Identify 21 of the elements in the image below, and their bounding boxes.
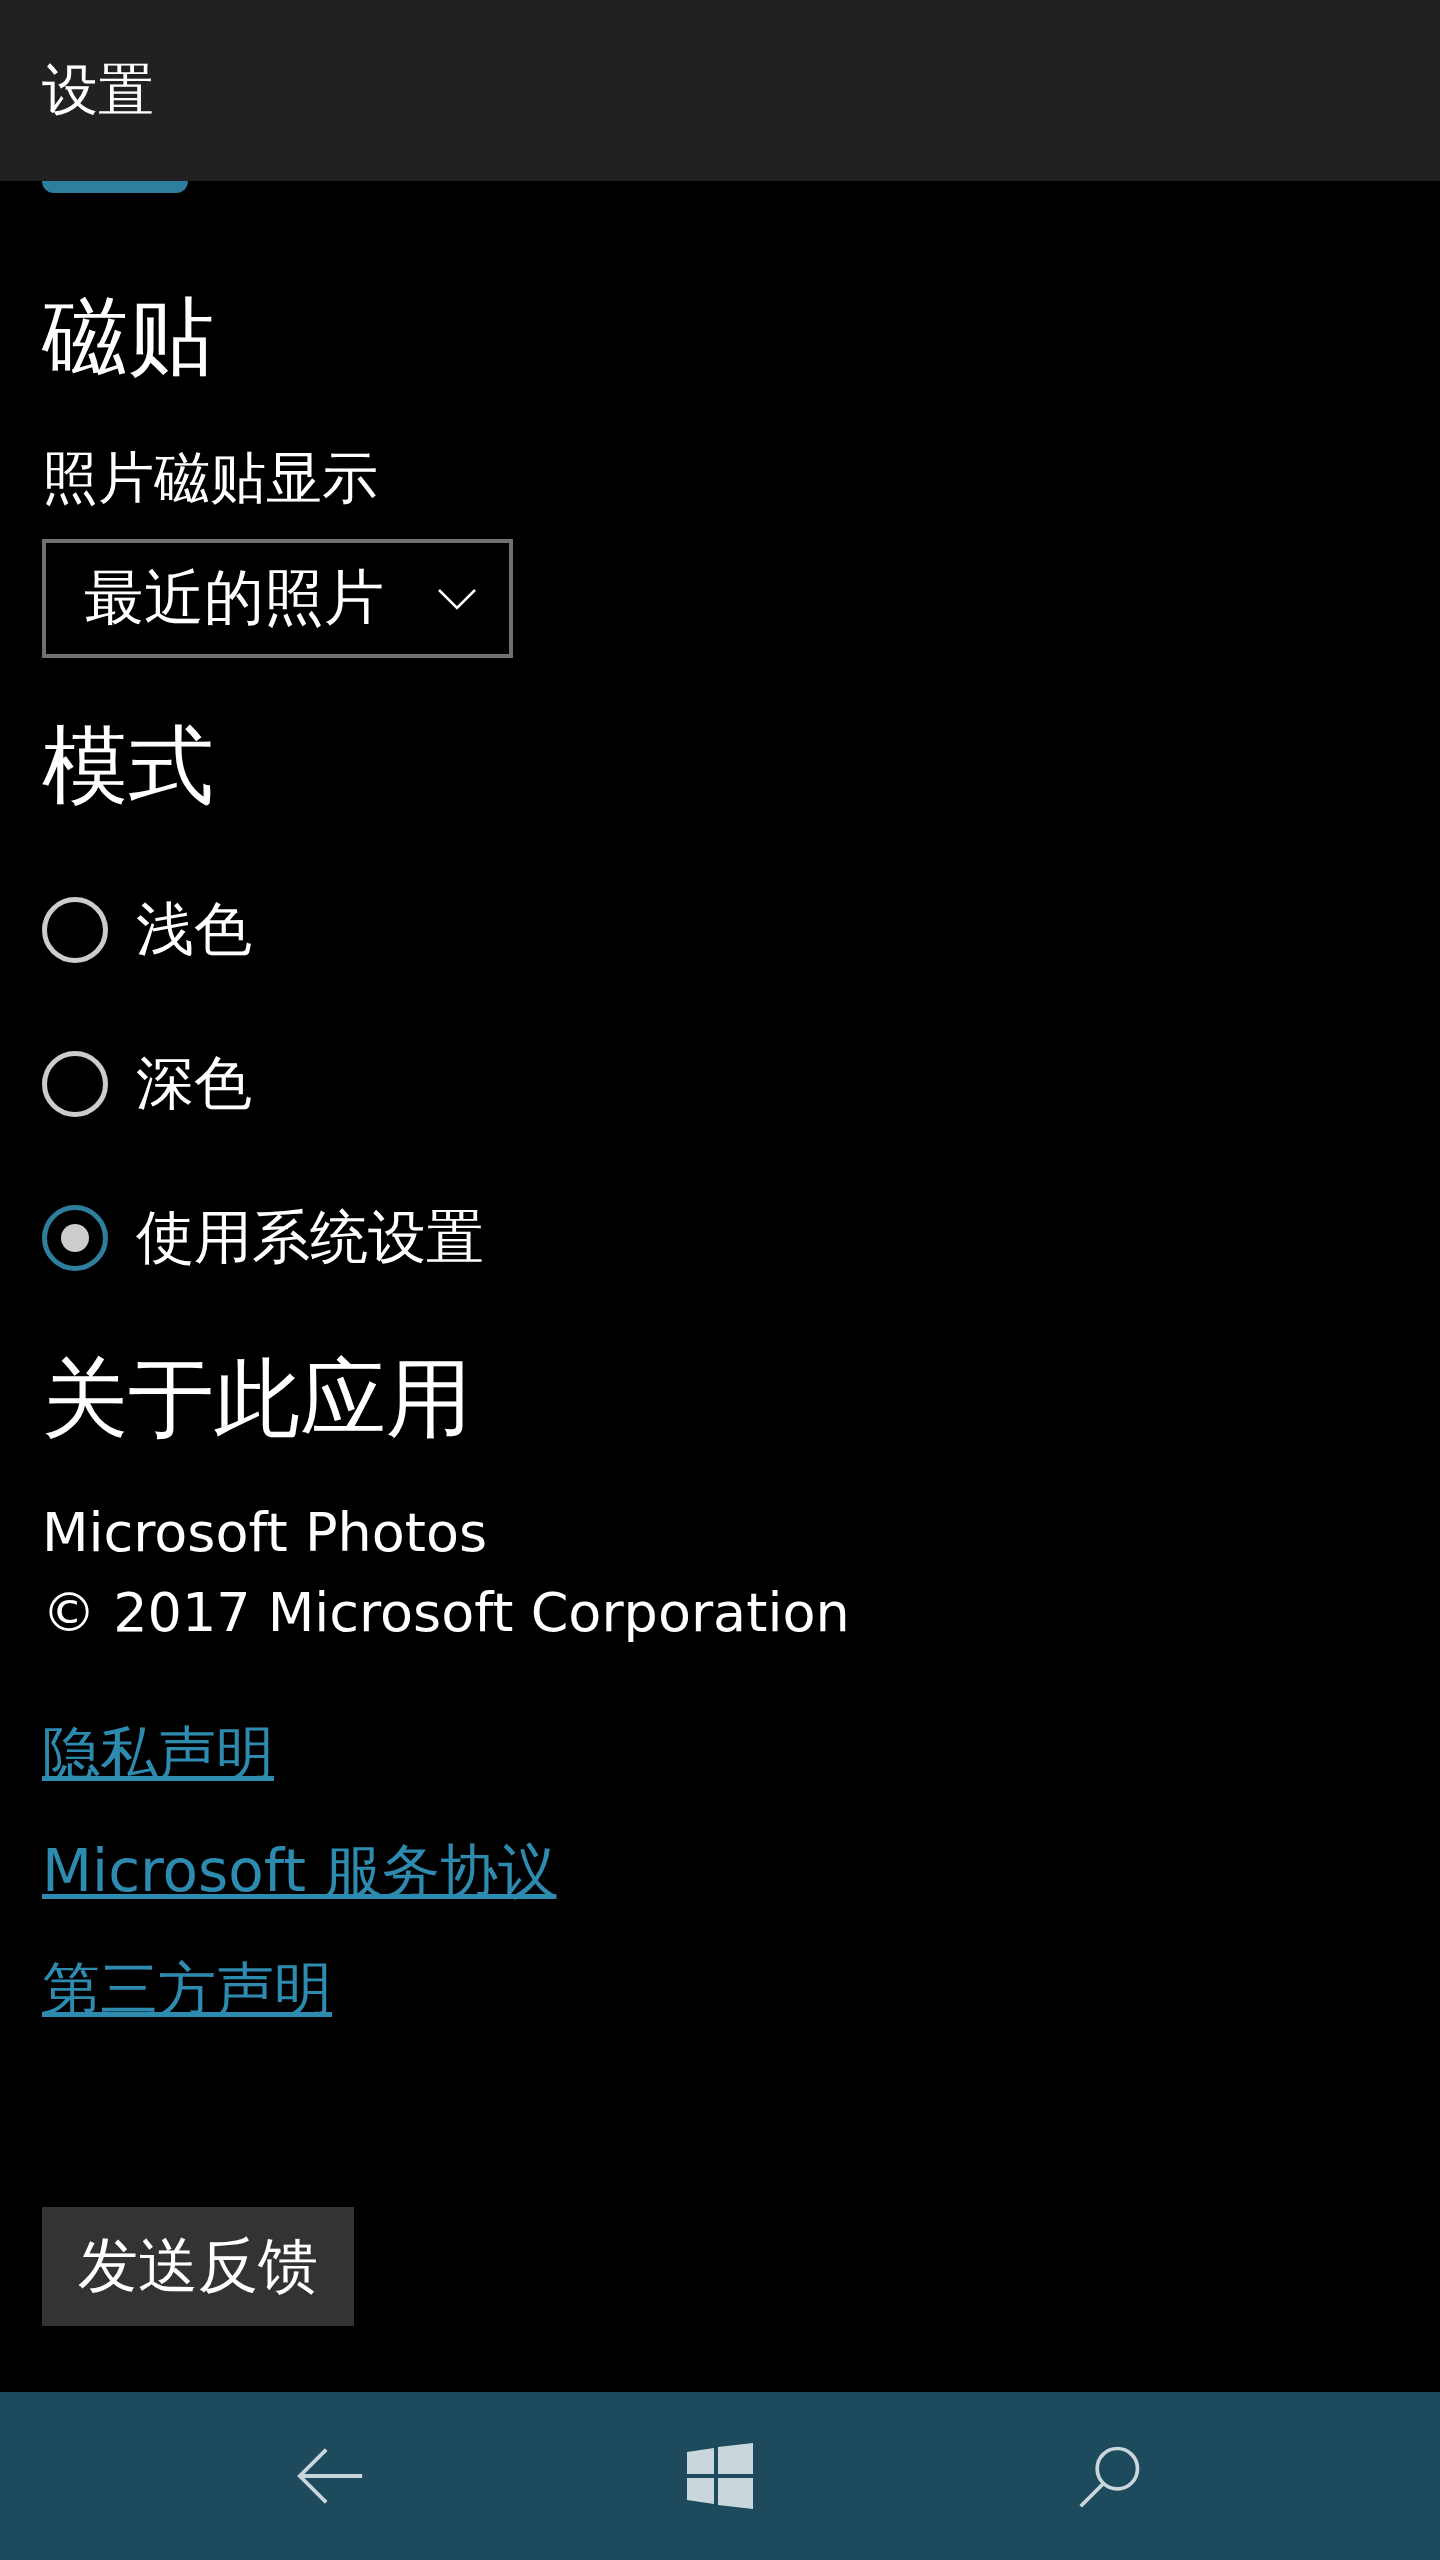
section-heading: 模式 bbox=[42, 714, 214, 817]
chevron-down-icon bbox=[437, 587, 477, 610]
radio-label[interactable]: 深色 bbox=[136, 1045, 252, 1123]
link[interactable]: 第三方声明 bbox=[42, 1955, 332, 2023]
field-label: 照片磁贴显示 bbox=[42, 444, 378, 512]
radio-button[interactable] bbox=[42, 1205, 108, 1271]
link[interactable]: Microsoft 服务协议 bbox=[42, 1837, 557, 1905]
toggle-switch[interactable] bbox=[42, 181, 188, 193]
link[interactable]: 隐私声明 bbox=[42, 1719, 274, 1787]
page-title: 设置 bbox=[42, 55, 154, 124]
dropdown-field[interactable]: 最近的照片 bbox=[42, 539, 513, 658]
windows-logo-icon[interactable] bbox=[686, 2443, 754, 2509]
about-text: © 2017 Microsoft Corporation bbox=[42, 1580, 850, 1646]
section-heading: 磁贴 bbox=[42, 285, 214, 388]
radio-label[interactable]: 浅色 bbox=[136, 891, 252, 969]
about-text: Microsoft Photos bbox=[42, 1500, 489, 1566]
radio-button[interactable] bbox=[42, 897, 108, 963]
radio-label[interactable]: 使用系统设置 bbox=[136, 1199, 484, 1277]
feedback-button[interactable]: 发送反馈 bbox=[42, 2207, 354, 2326]
section-heading: 关于此应用 bbox=[42, 1347, 472, 1450]
radio-button[interactable] bbox=[42, 1051, 108, 1117]
